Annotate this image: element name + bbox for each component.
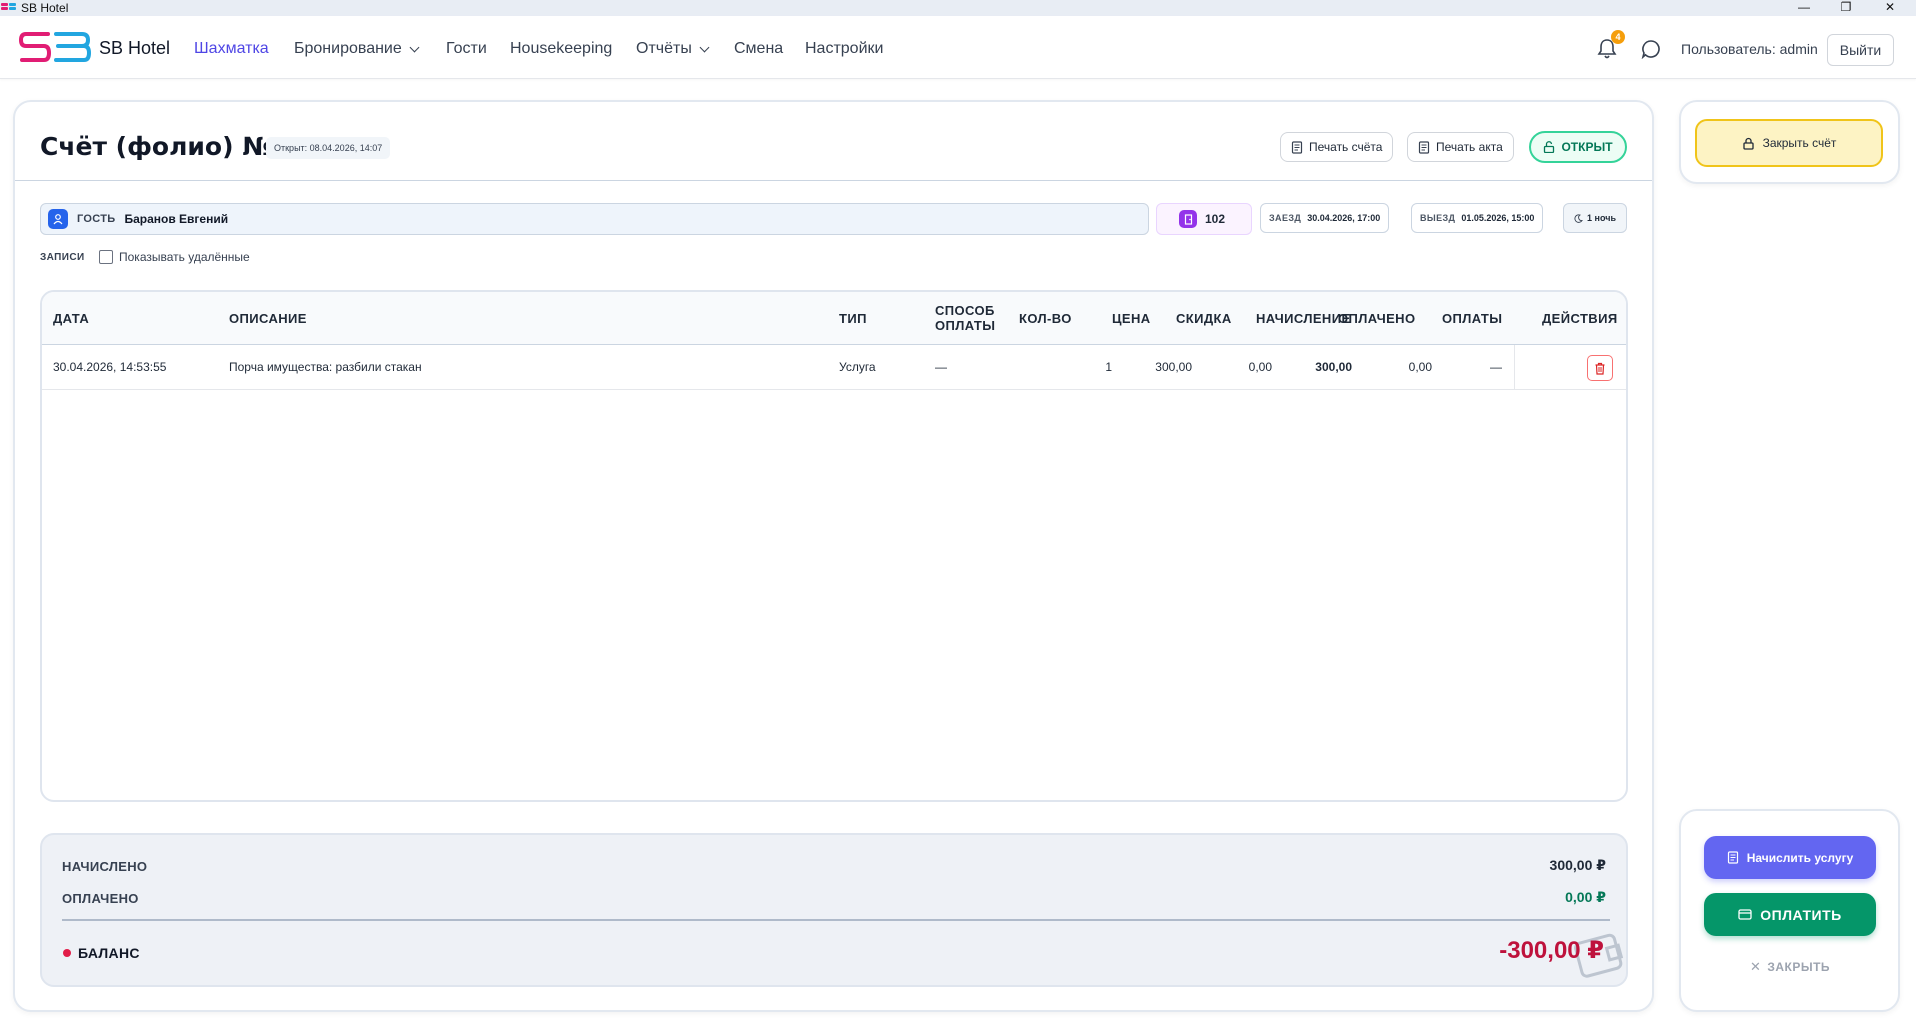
nav-item-settings[interactable]: Настройки [805,40,883,58]
cell-type: Услуга [839,360,876,374]
page-title: Счёт (фолио) № 4 [40,132,299,161]
guest-name: Баранов Евгений [124,212,229,226]
col-description[interactable]: ОПИСАНИЕ [229,311,307,326]
credit-card-icon [1738,909,1752,920]
nav-item-chess[interactable]: Шахматка [194,40,269,58]
opened-date-chip: Открыт: 08.04.2026, 14:07 [266,137,391,159]
col-method[interactable]: СПОСОБ ОПЛАТЫ [935,303,995,333]
chat-icon[interactable] [1641,39,1661,59]
chevron-down-icon [699,42,710,52]
room-number: 102 [1205,212,1226,226]
entries-label: ЗАПИСИ [40,252,85,263]
paid-value: 0,00 ₽ [1565,889,1606,905]
charge-service-button[interactable]: Начислить услугу [1704,836,1876,879]
header-divider [15,180,1652,181]
door-icon [1179,210,1197,228]
paid-label: ОПЛАЧЕНО [62,891,139,906]
balance-value: -300,00 ₽ [1499,937,1604,964]
entries-table: ДАТА ОПИСАНИЕ ТИП СПОСОБ ОПЛАТЫ КОЛ-ВО ЦЕ… [40,290,1628,802]
cell-price: 300,00 [1155,360,1192,374]
chevron-down-icon [409,42,420,52]
cell-payments: — [1490,360,1502,374]
cell-charged: 300,00 [1315,360,1352,374]
checkout-chip: ВЫЕЗД 01.05.2026, 15:00 [1411,203,1544,233]
totals-divider [62,919,1610,921]
table-row[interactable]: 30.04.2026, 14:53:55 Порча имущества: ра… [42,345,1626,390]
pay-button[interactable]: ОПЛАТИТЬ [1704,893,1876,936]
col-paid[interactable]: ОПЛАЧЕНО [1338,311,1415,326]
status-badge[interactable]: ОТКРЫТ [1529,131,1627,163]
logout-button[interactable]: Выйти [1827,34,1894,66]
document-icon [1418,140,1430,154]
totals-panel: НАЧИСЛЕНО 300,00 ₽ ОПЛАЧЕНО 0,00 ₽ БАЛАН… [40,833,1628,987]
col-payments[interactable]: ОПЛАТЫ [1442,311,1502,326]
col-date[interactable]: ДАТА [53,311,89,326]
nav-item-reports[interactable]: Отчёты [636,40,710,58]
nav-item-guests[interactable]: Гости [446,40,487,58]
nav-item-shift[interactable]: Смена [734,40,783,58]
document-icon [1291,140,1303,154]
minimize-button[interactable]: — [1786,0,1822,16]
delete-button[interactable] [1587,355,1613,381]
maximize-button[interactable]: ❐ [1828,0,1864,16]
close-window-button[interactable]: ✕ [1872,0,1908,16]
print-bill-button[interactable]: Печать счёта [1280,132,1394,162]
cell-discount: 0,00 [1248,360,1272,374]
col-discount[interactable]: СКИДКА [1176,311,1232,326]
charged-value: 300,00 ₽ [1549,857,1606,873]
nav-item-booking[interactable]: Бронирование [294,40,420,58]
print-act-button[interactable]: Печать акта [1407,132,1514,162]
col-qty[interactable]: КОЛ-ВО [1019,311,1072,326]
cell-description: Порча имущества: разбили стакан [229,360,422,374]
cell-qty: 1 [1105,360,1112,374]
user-icon [48,209,68,229]
actions-divider [1514,345,1515,390]
cell-paid: 0,00 [1408,360,1432,374]
trash-icon [1595,362,1605,375]
close-button[interactable]: ✕ ЗАКРЫТЬ [1704,959,1876,975]
col-price[interactable]: ЦЕНА [1112,311,1151,326]
nights-chip: 1 ночь [1563,203,1627,233]
sb-logo-icon[interactable] [18,30,92,66]
window-titlebar: SB Hotel — ❐ ✕ [0,0,1916,16]
window-title: SB Hotel [21,1,69,15]
col-type[interactable]: ТИП [839,311,867,326]
cell-method: — [935,360,947,374]
guest-tag: ГОСТЬ [77,213,116,225]
balance-label: БАЛАНС [78,945,140,961]
checkin-chip: ЗАЕЗД 30.04.2026, 17:00 [1260,203,1390,233]
user-label: Пользователь: admin [1681,41,1818,57]
cell-date: 30.04.2026, 14:53:55 [53,360,167,374]
close-account-button[interactable]: Закрыть счёт [1695,119,1883,167]
charged-label: НАЧИСЛЕНО [62,859,148,874]
receipt-icon [1727,851,1738,864]
room-chip[interactable]: 102 [1156,203,1252,235]
nav-item-housekeeping[interactable]: Housekeeping [510,40,612,58]
notification-badge: 4 [1611,30,1625,44]
close-account-panel: Закрыть счёт [1679,100,1900,184]
balance-dot [63,949,71,957]
lock-icon [1742,137,1754,150]
moon-icon [1574,213,1583,223]
table-header: ДАТА ОПИСАНИЕ ТИП СПОСОБ ОПЛАТЫ КОЛ-ВО ЦЕ… [42,292,1626,345]
app-mini-logo [0,3,17,13]
top-navbar: SB Hotel Шахматка Бронирование Гости Hou… [0,16,1916,79]
actions-panel: Начислить услугу ОПЛАТИТЬ ✕ ЗАКРЫТЬ [1679,809,1900,1012]
guest-field[interactable]: ГОСТЬ Баранов Евгений [40,203,1149,235]
col-actions: ДЕЙСТВИЯ [1542,311,1618,326]
col-charged[interactable]: НАЧИСЛЕНИЕ [1256,311,1351,326]
folio-card: Счёт (фолио) № 4 Открыт: 08.04.2026, 14:… [13,100,1654,1012]
show-deleted-checkbox[interactable] [99,250,113,264]
unlock-icon [1544,141,1555,153]
show-deleted-toggle[interactable]: Показывать удалённые [99,250,250,264]
close-icon: ✕ [1749,959,1762,974]
brand-name[interactable]: SB Hotel [99,38,170,59]
